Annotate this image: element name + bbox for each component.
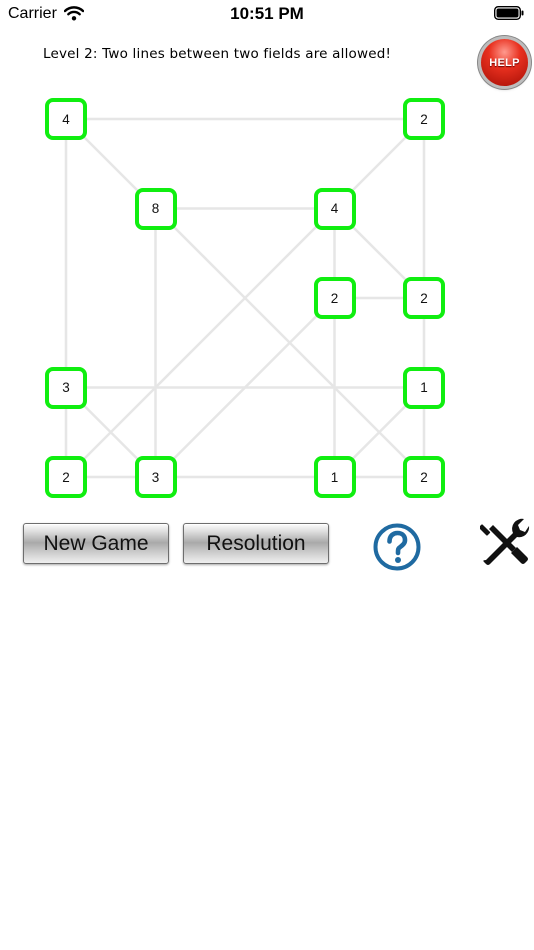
question-mark-icon[interactable] (373, 523, 421, 571)
island-node[interactable]: 4 (45, 98, 87, 140)
island-node[interactable]: 3 (134, 456, 177, 498)
island-node[interactable]: 4 (313, 187, 356, 230)
connection-lines (64, 117, 426, 479)
island-node[interactable]: 1 (403, 366, 445, 409)
new-game-button[interactable]: New Game (23, 523, 169, 564)
island-node[interactable]: 2 (403, 456, 445, 498)
island-node[interactable]: 1 (313, 456, 356, 498)
island-node[interactable]: 2 (45, 456, 87, 498)
puzzle-board: 4 2 8 4 2 2 3 1 2 3 1 2 (0, 0, 534, 520)
island-node[interactable]: 8 (134, 187, 177, 230)
island-node[interactable]: 2 (403, 277, 445, 319)
connection-line (65, 207, 336, 478)
island-node[interactable]: 2 (313, 277, 356, 319)
island-node[interactable]: 3 (45, 366, 87, 409)
island-node[interactable]: 2 (403, 98, 445, 140)
resolution-button[interactable]: Resolution (183, 523, 329, 564)
screwdriver-wrench-icon[interactable] (480, 516, 530, 568)
